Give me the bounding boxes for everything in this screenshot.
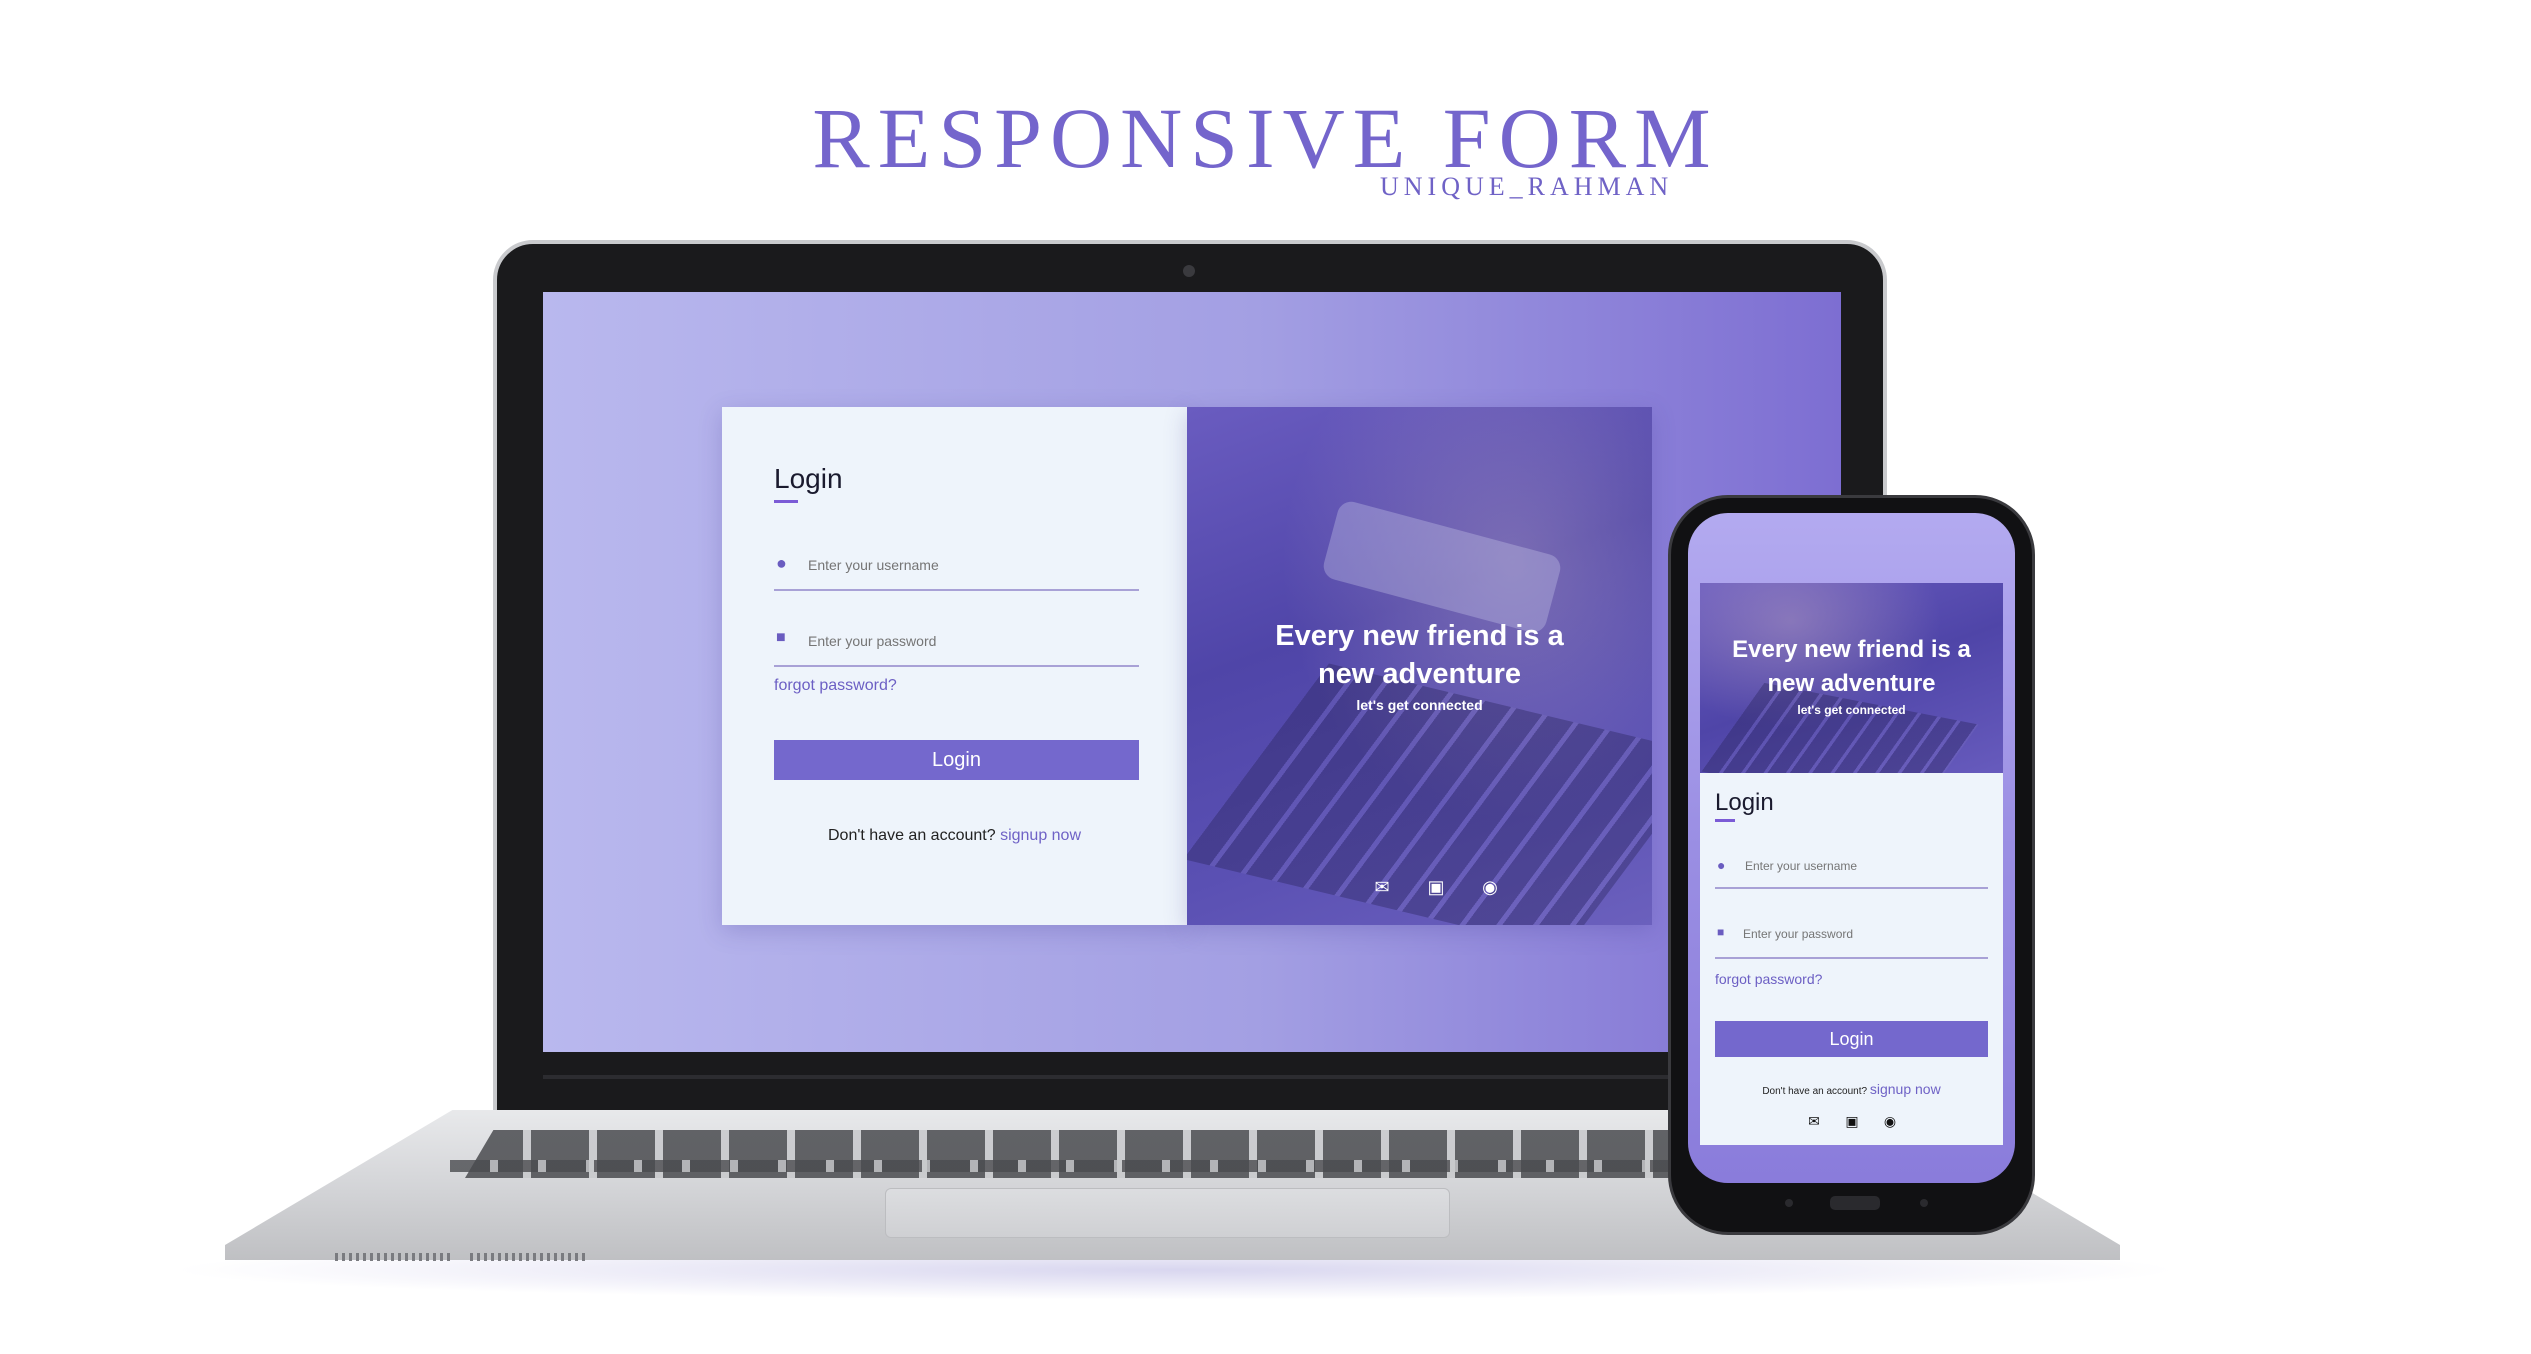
phone-signup-prompt: Don't have an account? signup now [1700,1081,2003,1097]
laptop-trackpad [885,1188,1450,1238]
instagram-icon[interactable]: ◉ [1480,877,1500,897]
login-title-underline [774,500,798,503]
laptop-hero-panel: Every new friend is a new adventure let'… [1187,407,1652,925]
login-title: Login [774,463,843,494]
phone-envelope-icon[interactable]: ✉ [1804,1111,1824,1131]
laptop-login-card: Login ● ■ forgot password? Login Don't h… [722,407,1187,925]
phone-login-button[interactable]: Login [1715,1021,1988,1057]
laptop-vent-left [335,1253,450,1261]
laptop-camera [1183,265,1195,277]
laptop-vent-right [470,1253,585,1261]
phone-password-field[interactable]: ■ [1715,919,1988,959]
phone-instagram-icon[interactable]: ◉ [1880,1111,1900,1131]
phone-login-card: Login ● ■ forgot password? Login Don't h… [1700,773,2003,1145]
laptop-bezel-strip [543,1075,1841,1079]
lock-icon: ■ [776,629,786,646]
forgot-password-link[interactable]: forgot password? [774,677,897,695]
username-field[interactable]: ● [774,547,1139,591]
signup-link[interactable]: signup now [1000,827,1081,844]
envelope-icon[interactable]: ✉ [1372,877,1392,897]
phone-hero-headline-line2: new adventure [1767,670,1936,697]
user-icon: ● [776,553,787,573]
linkedin-icon[interactable]: ▣ [1426,877,1446,897]
phone-signup-prompt-text: Don't have an account? [1762,1086,1868,1097]
phone-forgot-password-link[interactable]: forgot password? [1715,971,1822,987]
phone-social-links: ✉ ▣ ◉ [1804,1111,1900,1131]
hero-photo-phone [1320,498,1564,636]
phone-hero-subtitle: let's get connected [1797,703,1906,717]
social-links: ✉ ▣ ◉ [1372,877,1500,897]
phone-sensor-right [1920,1199,1928,1207]
hero-headline: Every new friend is a new adventure [1187,617,1652,693]
phone-password-input[interactable] [1743,927,1978,941]
signup-prompt: Don't have an account? signup now [722,827,1187,845]
signup-prompt-text: Don't have an account? [827,827,996,844]
password-input[interactable] [808,633,1128,649]
phone-hero-panel: Every new friend is a new adventure let'… [1700,583,2003,773]
phone-linkedin-icon[interactable]: ▣ [1842,1111,1862,1131]
username-input[interactable] [808,557,1128,573]
author-name: UNIQUE_RAHMAN [1380,172,1674,201]
phone-sensor-left [1785,1199,1793,1207]
hero-subtitle: let's get connected [1356,697,1483,713]
hero-headline-line1: Every new friend is a [1275,620,1564,652]
phone-signup-link[interactable]: signup now [1870,1081,1941,1097]
phone-username-input[interactable] [1745,859,1980,873]
phone-username-field[interactable]: ● [1715,853,1988,889]
phone-login-title-underline [1715,819,1735,822]
phone-home-indicator [1830,1196,1880,1210]
phone-user-icon: ● [1717,857,1726,873]
phone-login-title: Login [1715,789,1774,816]
password-field[interactable]: ■ [774,621,1139,667]
phone-hero-headline: Every new friend is a new adventure [1700,633,2003,701]
hero-headline-line2: new adventure [1317,658,1522,690]
phone-lock-icon: ■ [1717,925,1725,939]
phone-hero-headline-line1: Every new friend is a [1732,636,1971,663]
login-button[interactable]: Login [774,740,1139,780]
page-title: RESPONSIVE FORM [812,90,1719,186]
